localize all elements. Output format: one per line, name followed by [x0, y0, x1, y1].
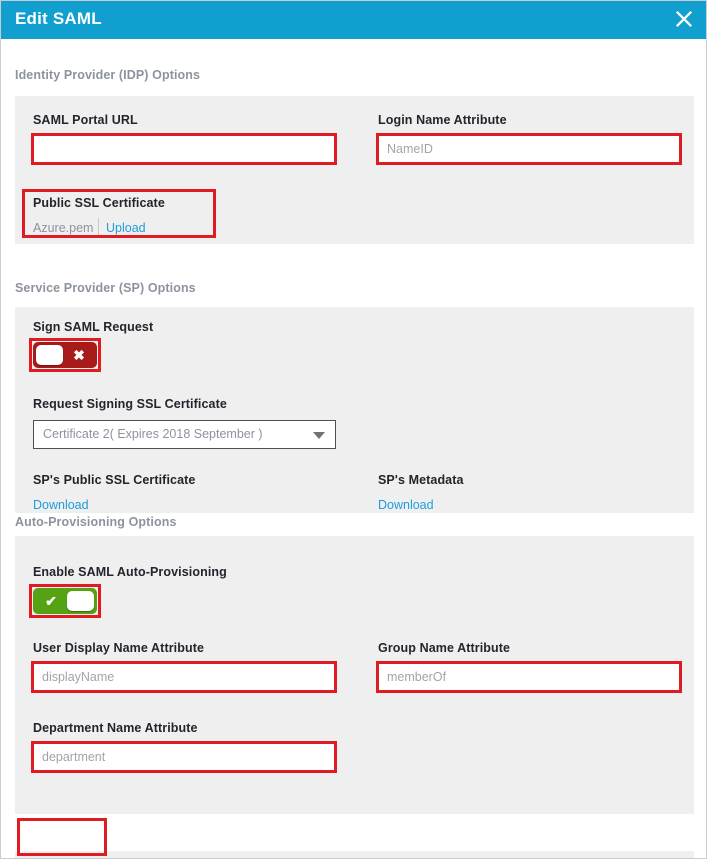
toggle-knob	[67, 591, 94, 611]
group-name-attribute-label: Group Name Attribute	[378, 641, 511, 655]
edit-saml-dialog: Edit SAML Identity Provider (IDP) Option…	[0, 0, 707, 859]
saml-portal-url-label: SAML Portal URL	[33, 113, 138, 127]
cross-icon: ✖	[73, 347, 85, 363]
sp-metadata-label: SP's Metadata	[378, 473, 464, 487]
sp-section-heading: Service Provider (SP) Options	[15, 281, 196, 295]
sign-saml-request-toggle[interactable]: ✖	[33, 342, 97, 368]
select-value: Certificate 2( Expires 2018 September )	[43, 427, 263, 441]
public-ssl-certificate-label: Public SSL Certificate	[33, 196, 165, 210]
dialog-body: Identity Provider (IDP) Options SAML Por…	[1, 39, 706, 858]
department-name-attribute-label: Department Name Attribute	[33, 721, 198, 735]
auto-provisioning-section-heading: Auto-Provisioning Options	[15, 515, 177, 529]
user-display-name-attribute-input[interactable]	[33, 663, 335, 691]
certificate-divider	[98, 218, 99, 235]
request-signing-ssl-certificate-label: Request Signing SSL Certificate	[33, 397, 227, 411]
idp-section-heading: Identity Provider (IDP) Options	[15, 68, 201, 82]
login-name-attribute-input[interactable]	[378, 135, 680, 163]
public-ssl-certificate-filename: Azure.pem	[33, 221, 94, 235]
saml-portal-url-input[interactable]	[33, 135, 335, 163]
dialog-titlebar: Edit SAML	[1, 1, 706, 39]
department-name-attribute-input[interactable]	[33, 743, 335, 771]
enable-saml-auto-provisioning-toggle[interactable]: ✔	[33, 588, 97, 614]
chevron-down-icon	[313, 432, 325, 439]
close-icon[interactable]	[670, 5, 698, 33]
dialog-title: Edit SAML	[15, 9, 102, 28]
sp-public-ssl-certificate-download-link[interactable]: Download	[33, 498, 89, 512]
public-ssl-certificate-upload-link[interactable]: Upload	[106, 221, 146, 235]
login-name-attribute-label: Login Name Attribute	[378, 113, 507, 127]
user-display-name-attribute-label: User Display Name Attribute	[33, 641, 205, 655]
sp-public-ssl-certificate-label: SP's Public SSL Certificate	[33, 473, 196, 487]
toggle-knob	[36, 345, 63, 365]
group-name-attribute-input[interactable]	[378, 663, 680, 691]
sp-metadata-download-link[interactable]: Download	[378, 498, 434, 512]
check-icon: ✔	[45, 593, 57, 609]
sign-saml-request-label: Sign SAML Request	[33, 320, 154, 334]
enable-saml-auto-provisioning-label: Enable SAML Auto-Provisioning	[33, 565, 227, 579]
dialog-footer: Save Cancel	[15, 851, 694, 858]
request-signing-ssl-certificate-select[interactable]: Certificate 2( Expires 2018 September )	[33, 420, 336, 449]
